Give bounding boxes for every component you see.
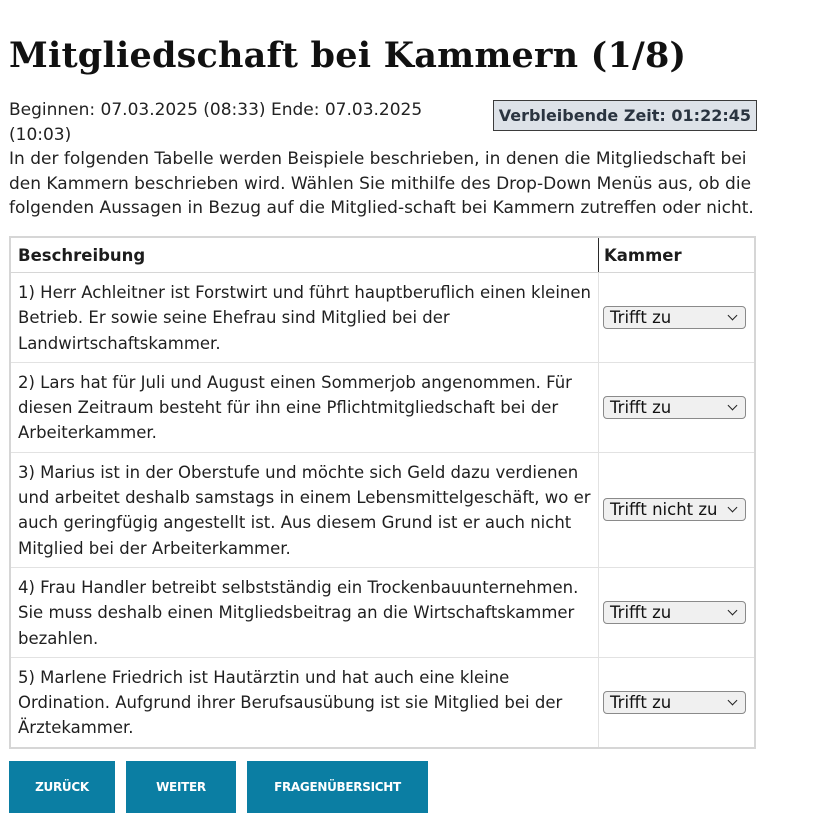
navigation-buttons: Zurück Weiter Fragenübersicht (9, 761, 428, 813)
row-description: 2) Lars hat für Juli und August einen So… (10, 362, 599, 453)
remaining-time-badge: Verbleibende Zeit: 01:22:45 (492, 100, 757, 131)
header-description: Beschreibung (10, 237, 599, 273)
header-chamber: Kammer (598, 237, 755, 273)
table-row: 4) Frau Handler betreibt selbstständig e… (10, 567, 755, 658)
answer-dropdown[interactable]: Trifft zu (603, 305, 746, 329)
dropdown-value: Trifft zu (610, 692, 672, 712)
row-description: 3) Marius ist in der Oberstufe und möcht… (10, 452, 599, 568)
answer-dropdown[interactable]: Trifft zu (603, 395, 746, 419)
chevron-down-icon (727, 400, 738, 411)
dropdown-value: Trifft nicht zu (610, 500, 718, 520)
instructions-text: In der folgenden Tabelle werden Beispiel… (9, 149, 754, 218)
page-title: Mitgliedschaft bei Kammern (1/8) (9, 35, 687, 76)
row-description: 1) Herr Achleitner ist Forstwirt und füh… (10, 272, 599, 363)
question-table: Beschreibung Kammer 1) Herr Achleitner i… (9, 236, 756, 749)
row-select-cell: Trifft zu (598, 362, 755, 453)
row-select-cell: Trifft nicht zu (598, 452, 755, 568)
table-row: 1) Herr Achleitner ist Forstwirt und füh… (10, 272, 755, 363)
chevron-down-icon (727, 502, 738, 513)
answer-dropdown[interactable]: Trifft nicht zu (603, 498, 746, 522)
row-description: 4) Frau Handler betreibt selbstständig e… (10, 567, 599, 658)
answer-dropdown[interactable]: Trifft zu (603, 600, 746, 624)
chevron-down-icon (727, 695, 738, 706)
dropdown-value: Trifft zu (610, 397, 672, 417)
exam-times: Beginnen: 07.03.2025 (08:33) Ende: 07.03… (9, 100, 423, 145)
row-select-cell: Trifft zu (598, 657, 755, 749)
back-button[interactable]: Zurück (9, 761, 115, 813)
table-header-row: Beschreibung Kammer (10, 237, 755, 273)
answer-dropdown[interactable]: Trifft zu (603, 690, 746, 714)
table-row: 3) Marius ist in der Oberstufe und möcht… (10, 452, 755, 568)
next-button[interactable]: Weiter (126, 761, 236, 813)
row-select-cell: Trifft zu (598, 567, 755, 658)
dropdown-value: Trifft zu (610, 307, 672, 327)
chevron-down-icon (727, 605, 738, 616)
chevron-down-icon (727, 310, 738, 321)
table-row: 5) Marlene Friedrich ist Hautärztin und … (10, 657, 755, 749)
dropdown-value: Trifft zu (610, 602, 672, 622)
question-overview-button[interactable]: Fragenübersicht (247, 761, 428, 813)
row-select-cell: Trifft zu (598, 272, 755, 363)
row-description: 5) Marlene Friedrich ist Hautärztin und … (10, 657, 599, 749)
intro-section: Verbleibende Zeit: 01:22:45 Beginnen: 07… (9, 98, 757, 221)
table-row: 2) Lars hat für Juli und August einen So… (10, 362, 755, 453)
